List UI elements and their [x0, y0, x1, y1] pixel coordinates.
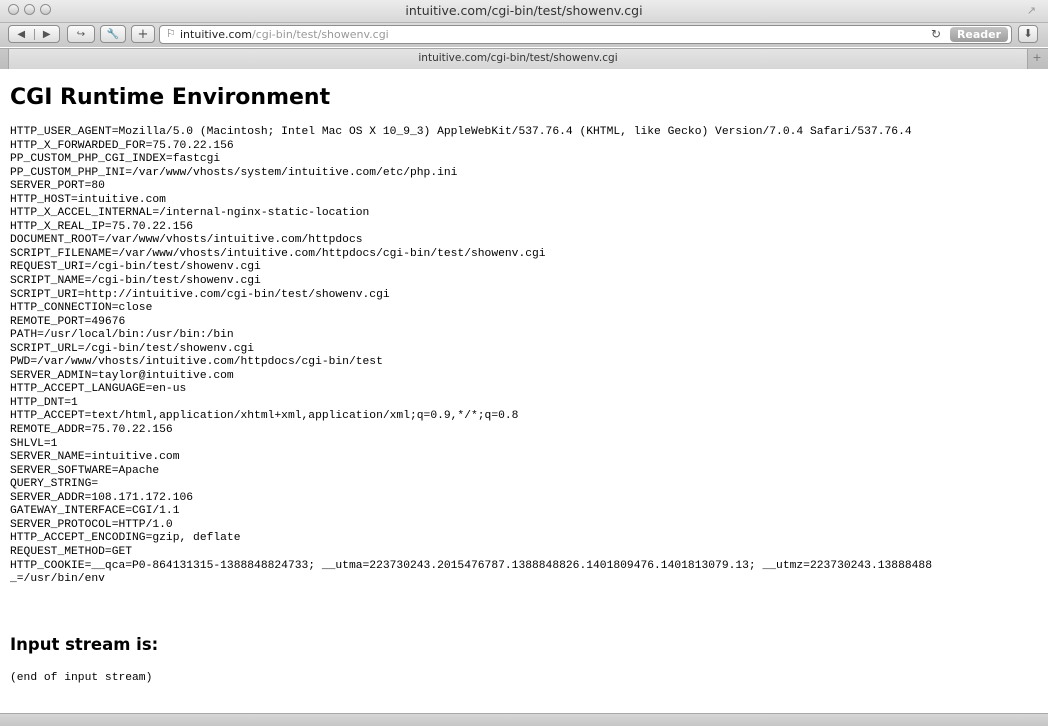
env-variable-line: HTTP_ACCEPT_ENCODING=gzip, deflate [10, 532, 241, 545]
env-variable-line: HTTP_HOST=intuitive.com [10, 193, 166, 206]
environment-variable-list: HTTP_USER_AGENT=Mozilla/5.0 (Macintosh; … [10, 126, 1048, 587]
env-variable-line: HTTP_ACCEPT_LANGUAGE=en-us [10, 383, 187, 396]
plus-icon: + [137, 26, 149, 42]
env-variable-line: HTTP_X_FORWARDED_FOR=75.70.22.156 [10, 139, 234, 152]
env-variable-line: SCRIPT_URL=/cgi-bin/test/showenv.cgi [10, 342, 255, 355]
status-bar [0, 713, 1048, 726]
tab-title: intuitive.com/cgi-bin/test/showenv.cgi [418, 52, 618, 64]
address-path: /cgi-bin/test/showenv.cgi [252, 28, 389, 41]
forward-icon[interactable]: ▶ [35, 29, 60, 40]
input-stream-end-text: (end of input stream) [10, 672, 153, 684]
back-forward-buttons: ◀ ▶ [8, 25, 60, 43]
tab-active[interactable]: intuitive.com/cgi-bin/test/showenv.cgi [8, 49, 1028, 69]
env-variable-line: HTTP_X_REAL_IP=75.70.22.156 [10, 220, 194, 233]
address-bar[interactable]: ⚐ intuitive.com/cgi-bin/test/showenv.cgi… [159, 25, 1012, 44]
page-content: CGI Runtime Environment HTTP_USER_AGENT=… [0, 69, 1048, 713]
reader-button[interactable]: Reader [950, 27, 1008, 42]
env-variable-line: REQUEST_METHOD=GET [10, 545, 133, 558]
env-variable-line: PWD=/var/www/vhosts/intuitive.com/httpdo… [10, 356, 383, 369]
download-icon: ⬇ [1023, 27, 1033, 40]
env-variable-line: HTTP_ACCEPT=text/html,application/xhtml+… [10, 410, 519, 423]
env-variable-line: PATH=/usr/local/bin:/usr/bin:/bin [10, 329, 234, 342]
env-variable-line: PP_CUSTOM_PHP_CGI_INDEX=fastcgi [10, 153, 221, 166]
env-variable-line: GATEWAY_INTERFACE=CGI/1.1 [10, 505, 180, 518]
env-variable-line: QUERY_STRING= [10, 478, 99, 491]
env-variable-line: SERVER_PROTOCOL=HTTP/1.0 [10, 518, 173, 531]
env-variable-line: SERVER_PORT=80 [10, 180, 105, 193]
env-variable-line: HTTP_DNT=1 [10, 396, 78, 409]
downloads-button[interactable]: ⬇ [1018, 25, 1038, 43]
env-variable-line: SCRIPT_NAME=/cgi-bin/test/showenv.cgi [10, 275, 261, 288]
add-bookmark-button[interactable]: + [131, 25, 155, 43]
env-variable-line: REMOTE_ADDR=75.70.22.156 [10, 424, 173, 437]
env-variable-line: REQUEST_URI=/cgi-bin/test/showenv.cgi [10, 261, 261, 274]
settings-button[interactable]: 🔧 [100, 25, 126, 43]
env-variable-line: SERVER_ADMIN=taylor@intuitive.com [10, 369, 234, 382]
env-variable-line: SERVER_ADDR=108.171.172.106 [10, 491, 194, 504]
env-variable-line: PP_CUSTOM_PHP_INI=/var/www/vhosts/system… [10, 166, 458, 179]
env-variable-line: SCRIPT_FILENAME=/var/www/vhosts/intuitiv… [10, 247, 546, 260]
env-variable-line: SERVER_NAME=intuitive.com [10, 451, 180, 464]
env-variable-line: SHLVL=1 [10, 437, 58, 450]
browser-toolbar: ◀ ▶ ↪ 🔧 + ⚐ intuitive.com/cgi-bin/test/s… [0, 23, 1048, 47]
env-variable-line: REMOTE_PORT=49676 [10, 315, 126, 328]
address-host: intuitive.com [180, 28, 253, 41]
location-icon: ⚐ [166, 27, 176, 40]
window-title: intuitive.com/cgi-bin/test/showenv.cgi [405, 3, 643, 18]
env-variable-line: HTTP_COOKIE=__qca=P0-864131315-138884882… [10, 559, 932, 572]
input-stream-heading: Input stream is: [10, 635, 159, 654]
window-titlebar: intuitive.com/cgi-bin/test/showenv.cgi ↗ [0, 0, 1048, 23]
env-variable-line: SERVER_SOFTWARE=Apache [10, 464, 160, 477]
tab-bar: intuitive.com/cgi-bin/test/showenv.cgi + [0, 48, 1048, 70]
reload-icon[interactable]: ↻ [931, 27, 941, 41]
env-variable-line: HTTP_CONNECTION=close [10, 302, 153, 315]
wrench-icon: 🔧 [106, 28, 120, 40]
fullscreen-icon[interactable]: ↗ [1027, 4, 1036, 17]
address-url[interactable]: intuitive.com/cgi-bin/test/showenv.cgi [180, 28, 389, 41]
env-variable-line: HTTP_X_ACCEL_INTERNAL=/internal-nginx-st… [10, 207, 370, 220]
share-button[interactable]: ↪ [67, 25, 95, 43]
page-title: CGI Runtime Environment [10, 85, 331, 110]
new-tab-button[interactable]: + [1030, 51, 1044, 65]
env-variable-line: DOCUMENT_ROOT=/var/www/vhosts/intuitive.… [10, 234, 363, 247]
share-icon: ↪ [76, 28, 86, 40]
env-variable-line: _=/usr/bin/env [10, 573, 105, 586]
env-variable-line: SCRIPT_URI=http://intuitive.com/cgi-bin/… [10, 288, 390, 301]
env-variable-line: HTTP_USER_AGENT=Mozilla/5.0 (Macintosh; … [10, 126, 912, 138]
back-icon[interactable]: ◀ [9, 28, 35, 40]
